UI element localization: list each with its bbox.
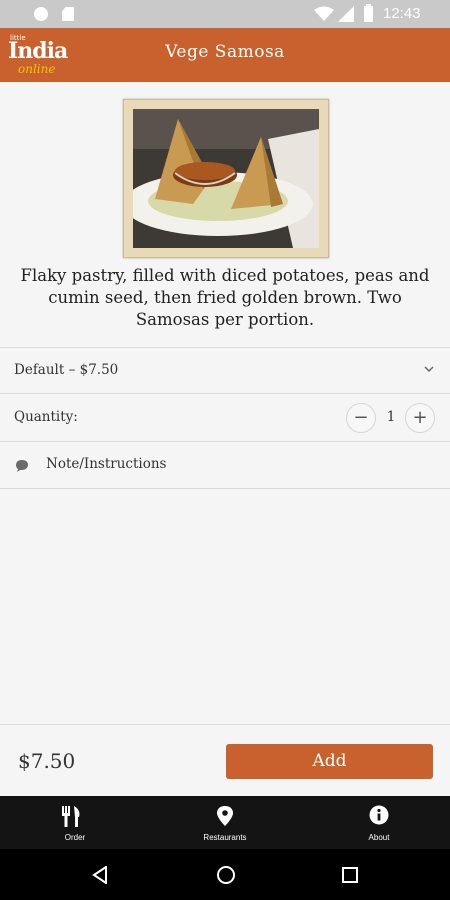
tab-order[interactable]: Order <box>0 796 142 849</box>
tab-about[interactable]: About <box>304 796 450 849</box>
increase-quantity-button[interactable]: + <box>405 403 435 433</box>
quantity-value: 1 <box>386 409 396 425</box>
status-bar: 12:43 <box>0 0 450 28</box>
quantity-row: Quantity: − 1 + <box>0 393 450 441</box>
tab-restaurants[interactable]: Restaurants <box>150 796 300 849</box>
wifi-icon <box>314 6 334 21</box>
signal-icon <box>338 6 354 22</box>
quantity-label: Quantity: <box>14 409 78 425</box>
samosa-photo <box>123 99 329 258</box>
page-title: Vege Samosa <box>165 42 285 62</box>
chevron-down-icon <box>424 366 434 373</box>
variant-select[interactable]: Default – $7.50 <box>0 347 450 394</box>
system-navigation-bar <box>0 849 450 900</box>
notification-dot-icon <box>34 7 48 21</box>
back-icon[interactable] <box>92 866 108 884</box>
tab-about-label: About <box>368 833 390 842</box>
variant-value: Default – $7.50 <box>14 362 119 378</box>
recents-icon[interactable] <box>342 867 358 883</box>
total-price: $7.50 <box>18 749 76 773</box>
logo-online: online <box>18 62 56 76</box>
home-icon[interactable] <box>216 865 236 885</box>
tab-order-label: Order <box>64 833 86 842</box>
speech-bubble-icon <box>16 460 28 472</box>
item-description: Flaky pastry, filled with diced potatoes… <box>20 266 430 329</box>
status-time: 12:43 <box>383 5 421 22</box>
sd-card-icon <box>62 7 74 21</box>
info-icon <box>369 805 389 825</box>
order-footer: $7.50 Add <box>0 724 450 796</box>
battery-icon <box>364 4 373 22</box>
note-label: Note/Instructions <box>46 456 167 472</box>
note-instructions-field[interactable]: Note/Instructions <box>0 441 450 489</box>
app-bar: little India online Vege Samosa <box>0 28 450 82</box>
tab-restaurants-label: Restaurants <box>203 833 247 842</box>
fork-knife-icon <box>62 806 80 827</box>
bottom-tab-bar: Order Restaurants About <box>0 796 450 849</box>
decrease-quantity-button[interactable]: − <box>346 403 376 433</box>
add-button[interactable]: Add <box>226 744 433 779</box>
map-pin-icon <box>217 806 233 826</box>
